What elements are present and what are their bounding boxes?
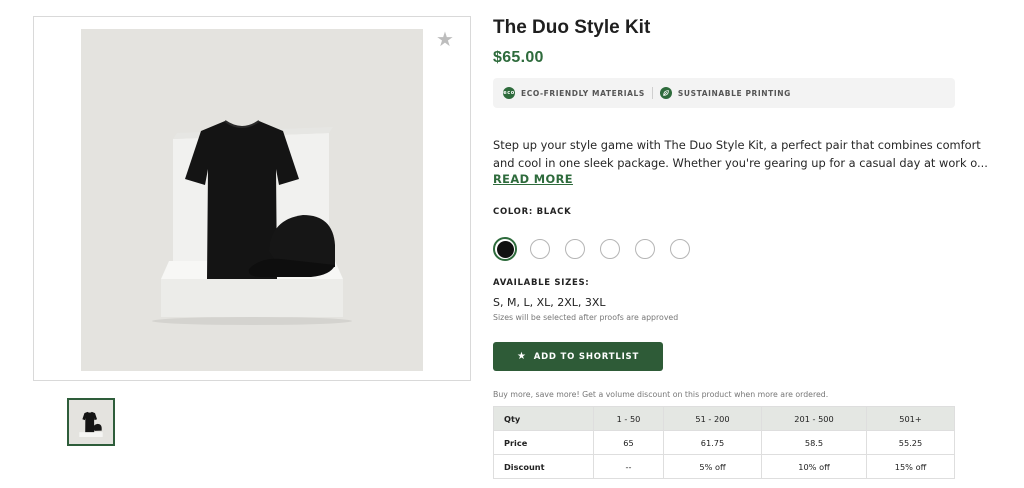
volume-discount-table: Qty 1 - 50 51 - 200 201 - 500 501+ Price… bbox=[493, 406, 955, 479]
table-header-row: Qty 1 - 50 51 - 200 201 - 500 501+ bbox=[493, 406, 955, 431]
eco-badge-materials: eco ECO-FRIENDLY MATERIALS bbox=[503, 87, 645, 99]
swatch-white[interactable] bbox=[530, 239, 550, 259]
swatch-white[interactable] bbox=[565, 239, 585, 259]
read-more-link[interactable]: READ MORE bbox=[493, 172, 573, 186]
table-cell: 55.25 bbox=[866, 430, 955, 455]
main-image-frame: ★ bbox=[33, 16, 471, 381]
sizes-value: S, M, L, XL, 2XL, 3XL bbox=[493, 296, 606, 309]
table-row: Price 65 61.75 58.5 55.25 bbox=[493, 430, 955, 455]
product-main-image bbox=[81, 29, 423, 371]
swatch-white[interactable] bbox=[635, 239, 655, 259]
table-header-cell: 201 - 500 bbox=[761, 406, 867, 431]
thumbnail-illustration bbox=[69, 400, 113, 444]
leaf-icon bbox=[659, 87, 672, 99]
table-cell: 5% off bbox=[663, 454, 762, 479]
table-cell: 65 bbox=[593, 430, 664, 455]
star-icon: ★ bbox=[516, 351, 527, 362]
eco-badges-bar: eco ECO-FRIENDLY MATERIALS SUSTAINABLE P… bbox=[493, 78, 955, 108]
eco-badge-label: ECO-FRIENDLY MATERIALS bbox=[521, 88, 645, 98]
description-line: Step up your style game with The Duo Sty… bbox=[493, 138, 981, 152]
badge-divider bbox=[651, 87, 653, 99]
swatch-black[interactable] bbox=[493, 237, 517, 261]
table-cell: 15% off bbox=[866, 454, 955, 479]
thumbnail-image[interactable] bbox=[67, 398, 115, 446]
table-header-cell: 501+ bbox=[866, 406, 955, 431]
swatch-white[interactable] bbox=[670, 239, 690, 259]
add-to-shortlist-button[interactable]: ★ ADD TO SHORTLIST bbox=[493, 342, 663, 371]
table-cell: Price bbox=[493, 430, 594, 455]
sizes-note: Sizes will be selected after proofs are … bbox=[493, 313, 679, 322]
table-cell: 58.5 bbox=[761, 430, 867, 455]
eco-badge-printing: SUSTAINABLE PRINTING bbox=[659, 87, 791, 99]
table-cell: Discount bbox=[493, 454, 594, 479]
table-cell: 61.75 bbox=[663, 430, 762, 455]
table-cell: 10% off bbox=[761, 454, 867, 479]
add-to-shortlist-label: ADD TO SHORTLIST bbox=[533, 351, 640, 362]
table-header-cell: 1 - 50 bbox=[593, 406, 664, 431]
eco-badge-label: SUSTAINABLE PRINTING bbox=[677, 88, 791, 98]
volume-discount-note: Buy more, save more! Get a volume discou… bbox=[493, 390, 829, 399]
table-row: Discount -- 5% off 10% off 15% off bbox=[493, 454, 955, 479]
product-photo-illustration bbox=[152, 120, 352, 325]
color-label: COLOR: BLACK bbox=[493, 207, 572, 217]
eco-icon: eco bbox=[503, 87, 515, 99]
product-price: $65.00 bbox=[493, 49, 544, 66]
table-header-cell: Qty bbox=[493, 406, 594, 431]
favorite-star-icon[interactable]: ★ bbox=[436, 29, 456, 49]
table-cell: -- bbox=[593, 454, 664, 479]
description-line: and cool in one sleek package. Whether y… bbox=[493, 156, 988, 170]
sizes-label: AVAILABLE SIZES: bbox=[493, 278, 590, 288]
swatch-white[interactable] bbox=[600, 239, 620, 259]
table-header-cell: 51 - 200 bbox=[663, 406, 762, 431]
product-description: Step up your style game with The Duo Sty… bbox=[493, 136, 988, 172]
product-title: The Duo Style Kit bbox=[493, 17, 651, 38]
